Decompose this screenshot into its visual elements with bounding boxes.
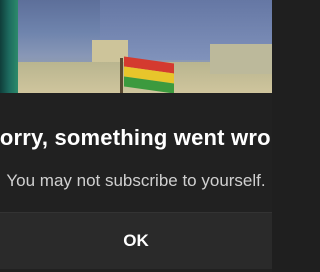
- dialog-button-bar: OK: [0, 212, 272, 269]
- thumbnail-block: [210, 44, 272, 74]
- flag-pole: [120, 58, 123, 93]
- ok-button[interactable]: OK: [0, 213, 272, 269]
- flag-image: [124, 56, 174, 93]
- video-thumbnail: [0, 0, 272, 93]
- dialog-message: You may not subscribe to yourself.: [6, 171, 266, 190]
- screen: Sorry, something went wrong You may not …: [0, 0, 272, 272]
- dialog-title: Sorry, something went wrong: [0, 125, 272, 150]
- thumbnail-tree: [0, 0, 18, 93]
- error-dialog: Sorry, something went wrong You may not …: [0, 93, 272, 272]
